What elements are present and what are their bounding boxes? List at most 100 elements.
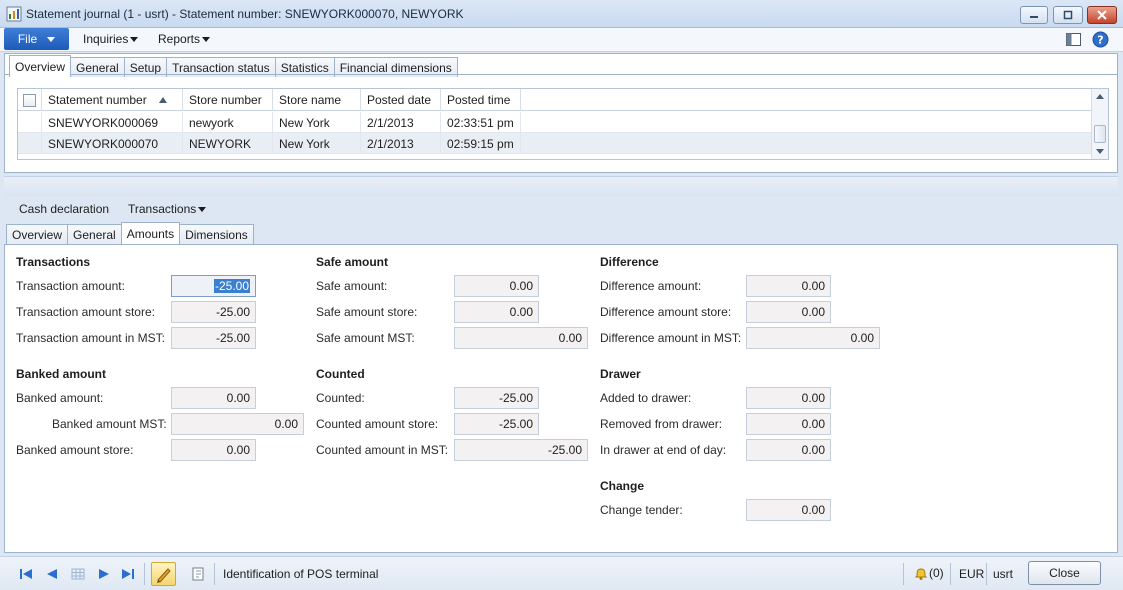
title-bar: Statement journal (1 - usrt) - Statement… xyxy=(0,0,1123,28)
safe-amount-mst-field[interactable]: 0.00 xyxy=(454,327,588,349)
transaction-amount-mst-field[interactable]: -25.00 xyxy=(171,327,256,349)
col-statement-number[interactable]: Statement number xyxy=(42,89,183,111)
user-indicator[interactable]: usrt xyxy=(993,567,1013,581)
help-icon[interactable]: ? xyxy=(1092,31,1109,48)
change-section-title: Change xyxy=(600,479,645,493)
tab-label: Overview xyxy=(12,227,63,242)
difference-store-field[interactable]: 0.00 xyxy=(746,301,831,323)
difference-mst-field[interactable]: 0.00 xyxy=(746,327,880,349)
transaction-amount-field[interactable]: -25.00 xyxy=(171,275,256,297)
col-store-name[interactable]: Store name xyxy=(273,89,361,111)
removed-from-drawer-field[interactable]: 0.00 xyxy=(746,413,831,435)
added-to-drawer-field[interactable]: 0.00 xyxy=(746,387,831,409)
scroll-up-icon[interactable] xyxy=(1096,94,1104,99)
safe-amount-store-field[interactable]: 0.00 xyxy=(454,301,539,323)
window-close-button[interactable] xyxy=(1087,6,1117,24)
maximize-button[interactable] xyxy=(1053,6,1083,24)
tab-overview[interactable]: Overview xyxy=(9,55,72,77)
previous-record-icon[interactable] xyxy=(44,566,60,582)
inquiries-menu[interactable]: Inquiries xyxy=(83,32,139,46)
change-tender-field[interactable]: 0.00 xyxy=(746,499,831,521)
file-menu-button[interactable]: File xyxy=(4,28,69,50)
safe-amount-store-label: Safe amount store: xyxy=(316,305,418,319)
posted-time-cell: 02:59:15 pm xyxy=(441,133,521,154)
next-record-icon[interactable] xyxy=(96,566,112,582)
row-selector[interactable] xyxy=(18,133,42,154)
status-bar: Identification of POS terminal (0) EUR u… xyxy=(0,556,1123,590)
file-menu-label: File xyxy=(17,32,38,46)
change-tender-label: Change tender: xyxy=(600,503,683,517)
currency-indicator[interactable]: EUR xyxy=(959,567,984,581)
transaction-amount-store-label: Transaction amount store: xyxy=(16,305,155,319)
tab-label: Statistics xyxy=(280,60,329,75)
chevron-down-icon xyxy=(202,37,211,43)
col-posted-time[interactable]: Posted time xyxy=(441,89,521,111)
col-posted-date[interactable]: Posted date xyxy=(361,89,441,111)
column-header-label: Statement number xyxy=(48,93,147,107)
tab-label: Overview xyxy=(15,59,66,74)
column-header-label: Posted date xyxy=(367,93,432,107)
safe-amount-label: Safe amount: xyxy=(316,279,388,293)
tab-label: Amounts xyxy=(126,226,175,241)
statement-number-cell: SNEWYORK000070 xyxy=(42,133,183,154)
tab-label: General xyxy=(73,227,116,242)
banked-amount-mst-label: Banked amount MST: xyxy=(52,417,167,431)
banked-amount-store-field[interactable]: 0.00 xyxy=(171,439,256,461)
minimize-button[interactable] xyxy=(1020,6,1048,24)
select-all-checkbox[interactable] xyxy=(23,94,36,107)
close-button[interactable]: Close xyxy=(1028,561,1101,585)
window-title: Statement journal (1 - usrt) - Statement… xyxy=(26,7,464,21)
pane-splitter[interactable] xyxy=(4,176,1118,196)
svg-text:?: ? xyxy=(1097,34,1103,47)
layout-toggle-icon[interactable] xyxy=(1065,31,1082,48)
store-number-cell: newyork xyxy=(183,112,273,133)
banked-amount-mst-field[interactable]: 0.00 xyxy=(171,413,304,435)
counted-store-label: Counted amount store: xyxy=(316,417,439,431)
tab-dimensions[interactable]: Dimensions xyxy=(179,224,254,244)
maximize-icon xyxy=(1063,10,1073,20)
tab-label: General xyxy=(76,60,119,75)
tab-overview[interactable]: Overview xyxy=(6,224,69,244)
banked-amount-field[interactable]: 0.00 xyxy=(171,387,256,409)
transaction-amount-store-field[interactable]: -25.00 xyxy=(171,301,256,323)
counted-mst-field[interactable]: -25.00 xyxy=(454,439,588,461)
statement-grid: Statement number Store number Store name… xyxy=(17,88,1109,160)
first-record-icon[interactable] xyxy=(18,566,34,582)
chevron-down-icon xyxy=(130,37,139,43)
scroll-down-icon[interactable] xyxy=(1096,149,1104,154)
last-record-icon[interactable] xyxy=(120,566,136,582)
reports-menu[interactable]: Reports xyxy=(158,32,211,46)
pencil-icon xyxy=(157,568,171,583)
tab-general[interactable]: General xyxy=(67,224,122,244)
tab-amounts[interactable]: Amounts xyxy=(120,222,181,244)
counted-store-field[interactable]: -25.00 xyxy=(454,413,539,435)
grid-scrollbar[interactable] xyxy=(1091,89,1108,159)
row-selector[interactable] xyxy=(18,112,42,133)
grid-view-icon[interactable] xyxy=(70,566,86,582)
col-store-number[interactable]: Store number xyxy=(183,89,273,111)
edit-mode-button[interactable] xyxy=(151,562,176,586)
attachment-icon[interactable] xyxy=(190,566,206,582)
scrollbar-thumb[interactable] xyxy=(1094,125,1106,143)
table-row[interactable]: SNEWYORK000069 newyork New York 2/1/2013… xyxy=(18,112,1092,133)
separator xyxy=(214,563,215,585)
in-drawer-end-of-day-field[interactable]: 0.00 xyxy=(746,439,831,461)
counted-field[interactable]: -25.00 xyxy=(454,387,539,409)
cash-declaration-button[interactable]: Cash declaration xyxy=(19,202,109,216)
chevron-down-icon xyxy=(198,207,207,213)
field-help-text: Identification of POS terminal xyxy=(223,567,379,581)
safe-amount-field[interactable]: 0.00 xyxy=(454,275,539,297)
tab-label: Financial dimensions xyxy=(339,60,452,75)
banked-amount-label: Banked amount: xyxy=(16,391,104,405)
difference-amount-field[interactable]: 0.00 xyxy=(746,275,831,297)
tab-divider xyxy=(5,74,1117,75)
difference-mst-label: Difference amount in MST: xyxy=(600,331,742,345)
tab-label: Setup xyxy=(129,60,162,75)
safe-amount-mst-label: Safe amount MST: xyxy=(316,331,415,345)
amounts-pane: Transactions Transaction amount: -25.00 … xyxy=(4,244,1118,553)
notifications-indicator[interactable]: (0) xyxy=(913,565,944,581)
posted-time-cell: 02:33:51 pm xyxy=(441,112,521,133)
banked-section-title: Banked amount xyxy=(16,367,107,381)
transactions-menu-button[interactable]: Transactions xyxy=(128,202,207,216)
table-row[interactable]: SNEWYORK000070 NEWYORK New York 2/1/2013… xyxy=(18,133,1092,154)
